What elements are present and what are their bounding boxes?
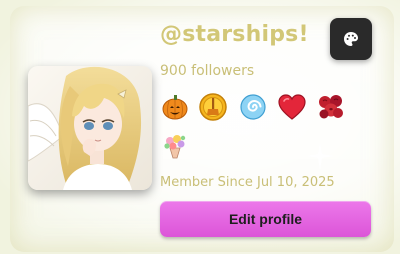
heart-badge[interactable]: [277, 92, 307, 122]
swirl-icon: [240, 94, 266, 120]
palette-icon: [344, 32, 358, 46]
followers-count[interactable]: 900 followers: [160, 63, 254, 79]
edit-profile-button[interactable]: Edit profile: [160, 201, 371, 237]
broom-coin-badge[interactable]: [198, 92, 228, 122]
username: @starships!: [160, 22, 309, 47]
sparkle-icon: [306, 142, 334, 170]
roses-icon: [319, 95, 343, 119]
theme-palette-button[interactable]: [330, 18, 372, 60]
pumpkin-badge[interactable]: [160, 92, 190, 122]
roses-badge[interactable]: [316, 92, 346, 122]
broom-coin-icon: [199, 93, 227, 121]
avatar[interactable]: [28, 66, 152, 190]
anime-avatar-image: [28, 66, 152, 190]
flower-bouquet-icon: [164, 135, 186, 159]
pumpkin-icon: [162, 95, 188, 120]
heart-icon: [278, 94, 306, 120]
member-since: Member Since Jul 10, 2025: [160, 175, 335, 190]
swirl-badge[interactable]: [238, 92, 268, 122]
flower-bouquet-badge[interactable]: [160, 130, 190, 160]
